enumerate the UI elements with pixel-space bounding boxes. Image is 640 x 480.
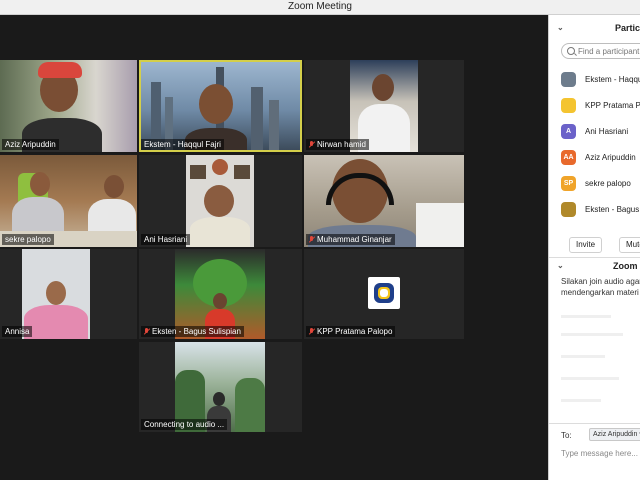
chat-recipient-row: To: Aziz Aripuddin ▾: [561, 428, 640, 441]
chevron-down-icon[interactable]: ⌄: [557, 23, 564, 32]
video-tile[interactable]: Aziz Aripuddin: [0, 60, 137, 152]
muted-mic-icon: [309, 328, 315, 335]
participant-list-item[interactable]: Eksten - Bagus Sulispian: [549, 197, 640, 223]
search-icon: [567, 47, 575, 55]
participant-name: KPP Pratama Palopo: [306, 326, 396, 337]
participant-list-name: sekre palopo: [585, 179, 631, 188]
participant-name: Nirwan hamid: [306, 139, 369, 150]
participant-list: Ekstem - Haqqul Fajri KPP Pratama Palopo…: [549, 67, 640, 223]
participant-name: Ani Hasriani: [141, 234, 191, 245]
video-tile[interactable]: Muhammad Ginanjar: [304, 155, 464, 247]
avatar: [561, 98, 576, 113]
chat-recipient-select[interactable]: Aziz Aripuddin ▾: [589, 428, 640, 441]
participant-name: Ekstem - Haqqul Fajri: [141, 139, 224, 150]
muted-mic-icon: [309, 236, 315, 243]
avatar: [561, 72, 576, 87]
video-tile[interactable]: Connecting to audio ...: [139, 342, 302, 432]
avatar: AA: [561, 150, 576, 165]
panel-divider: [549, 423, 640, 424]
chat-message-input[interactable]: Type message here...: [561, 449, 638, 458]
chat-placeholder-line: [561, 333, 623, 336]
chat-message: Silakan join audio agar mendengarkan mat…: [561, 277, 640, 297]
participant-list-name: Aziz Aripuddin: [585, 153, 636, 162]
video-gallery: Aziz Aripuddin Ekstem - Haqqul Fajri Nir…: [0, 15, 548, 480]
participant-list-item[interactable]: A Ani Hasriani: [549, 119, 640, 145]
muted-mic-icon: [309, 141, 315, 148]
participant-name: Muhammad Ginanjar: [306, 234, 395, 245]
video-tile[interactable]: KPP Pratama Palopo: [304, 249, 464, 339]
participant-search-input[interactable]: Find a participant: [561, 43, 640, 59]
muted-mic-icon: [144, 328, 150, 335]
participant-name: Eksten - Bagus Sulispian: [141, 326, 244, 337]
chat-placeholder-line: [561, 355, 605, 358]
participant-list-name: Ani Hasriani: [585, 127, 629, 136]
participant-list-item[interactable]: SP sekre palopo: [549, 171, 640, 197]
window-titlebar: Zoom Meeting: [0, 0, 640, 15]
video-tile[interactable]: Eksten - Bagus Sulispian: [139, 249, 302, 339]
avatar: A: [561, 124, 576, 139]
avatar: SP: [561, 176, 576, 191]
video-tile-active-speaker[interactable]: Ekstem - Haqqul Fajri: [139, 60, 302, 152]
participant-name: Connecting to audio ...: [141, 419, 228, 430]
participant-video: [141, 62, 300, 150]
video-tile[interactable]: sekre palopo: [0, 155, 137, 247]
participant-name: sekre palopo: [2, 234, 54, 245]
chevron-down-icon[interactable]: ⌄: [557, 261, 564, 270]
mute-all-button[interactable]: Mute All: [619, 237, 640, 253]
window-title: Zoom Meeting: [288, 1, 352, 12]
kpp-logo-icon: [368, 277, 400, 309]
panel-divider: [549, 257, 640, 258]
avatar: [561, 202, 576, 217]
participant-list-item[interactable]: KPP Pratama Palopo: [549, 93, 640, 119]
chat-placeholder-line: [561, 315, 611, 318]
video-tile[interactable]: Nirwan hamid: [304, 60, 464, 152]
participant-list-name: KPP Pratama Palopo: [585, 101, 640, 110]
chat-placeholder-line: [561, 377, 619, 380]
side-panel: ⌄ Participants Find a participant Ekstem…: [548, 15, 640, 480]
participant-list-item[interactable]: AA Aziz Aripuddin: [549, 145, 640, 171]
participants-header[interactable]: ⌄ Participants: [549, 21, 640, 37]
participant-name: Annisa: [2, 326, 33, 337]
participant-list-name: Ekstem - Haqqul Fajri: [585, 75, 640, 84]
invite-button[interactable]: Invite: [569, 237, 603, 253]
participant-list-name: Eksten - Bagus Sulispian: [585, 205, 640, 214]
participant-list-item[interactable]: Ekstem - Haqqul Fajri: [549, 67, 640, 93]
chat-header[interactable]: ⌄ Zoom Group Chat: [549, 259, 640, 275]
participant-name: Aziz Aripuddin: [2, 139, 59, 150]
participant-video: [186, 155, 254, 247]
chat-placeholder-line: [561, 399, 601, 402]
video-tile[interactable]: Annisa: [0, 249, 137, 339]
video-tile[interactable]: Ani Hasriani: [139, 155, 302, 247]
